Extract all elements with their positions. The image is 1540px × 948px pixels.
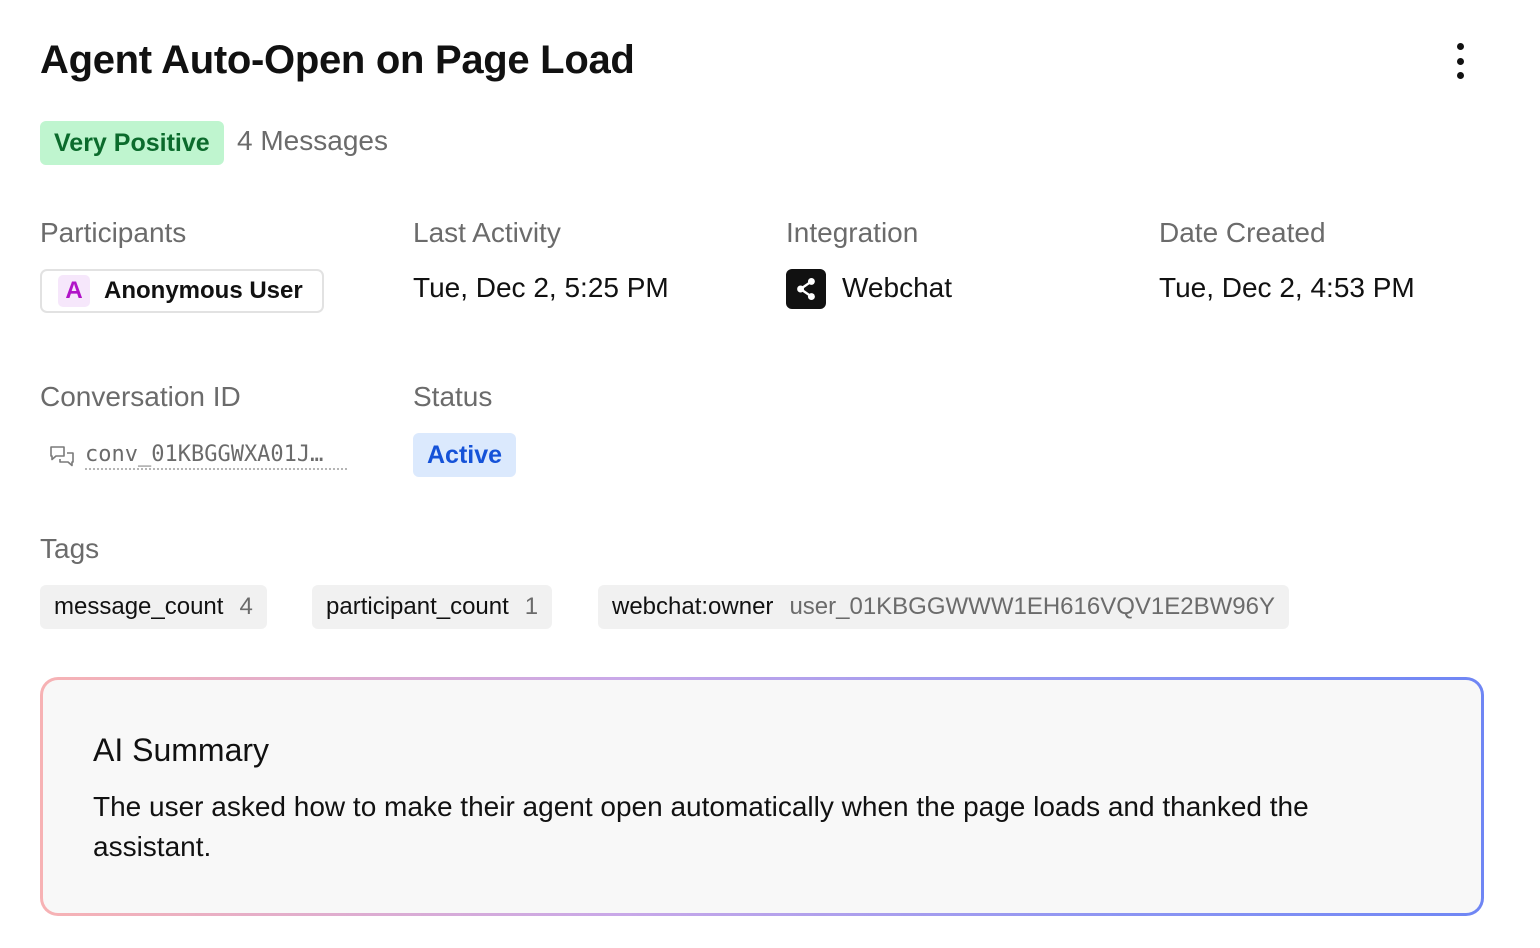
tag-message-count: message_count 4: [40, 585, 267, 629]
integration-label: Integration: [786, 217, 919, 248]
tag-value: 1: [524, 593, 539, 620]
participant-name: Anonymous User: [104, 277, 303, 304]
tag-value: user_01KBGGWWW1EH616VQV1E2BW96Y: [789, 593, 1275, 620]
status-label: Status: [413, 381, 493, 412]
participant-chip[interactable]: A Anonymous User: [40, 269, 324, 313]
message-count: 4 Messages: [237, 125, 388, 156]
tag-webchat-owner: webchat:owner user_01KBGGWWW1EH616VQV1E2…: [598, 585, 1289, 629]
tag-key: participant_count: [326, 593, 509, 620]
ai-summary-text: The user asked how to make their agent o…: [93, 791, 1309, 862]
last-activity-label: Last Activity: [413, 217, 561, 248]
conversation-id-label: Conversation ID: [40, 381, 241, 412]
date-created-label: Date Created: [1159, 217, 1326, 248]
tags-label: Tags: [40, 533, 100, 564]
sentiment-badge: Very Positive: [40, 121, 224, 165]
tag-participant-count: participant_count 1: [312, 585, 553, 629]
status-badge: Active: [413, 433, 517, 477]
share-nodes-icon: [786, 269, 826, 309]
ai-summary-title: AI Summary: [93, 732, 270, 768]
tag-key: message_count: [54, 593, 224, 620]
avatar: A: [58, 275, 90, 307]
more-options-button[interactable]: [1446, 40, 1474, 82]
participants-label: Participants: [40, 217, 187, 248]
tag-key: webchat:owner: [612, 593, 774, 620]
page-title: Agent Auto-Open on Page Load: [40, 38, 635, 82]
chat-bubbles-icon: [50, 446, 74, 467]
date-created-value: Tue, Dec 2, 4:53 PM: [1159, 272, 1415, 303]
integration-value: Webchat: [842, 272, 952, 303]
ai-summary-card: AI Summary The user asked how to make th…: [40, 677, 1484, 916]
tag-value: 4: [239, 593, 253, 620]
more-vertical-icon: [1456, 43, 1464, 50]
last-activity-value: Tue, Dec 2, 5:25 PM: [413, 272, 669, 303]
conversation-id-link[interactable]: conv_01KBGGWXA01J…: [85, 442, 347, 470]
